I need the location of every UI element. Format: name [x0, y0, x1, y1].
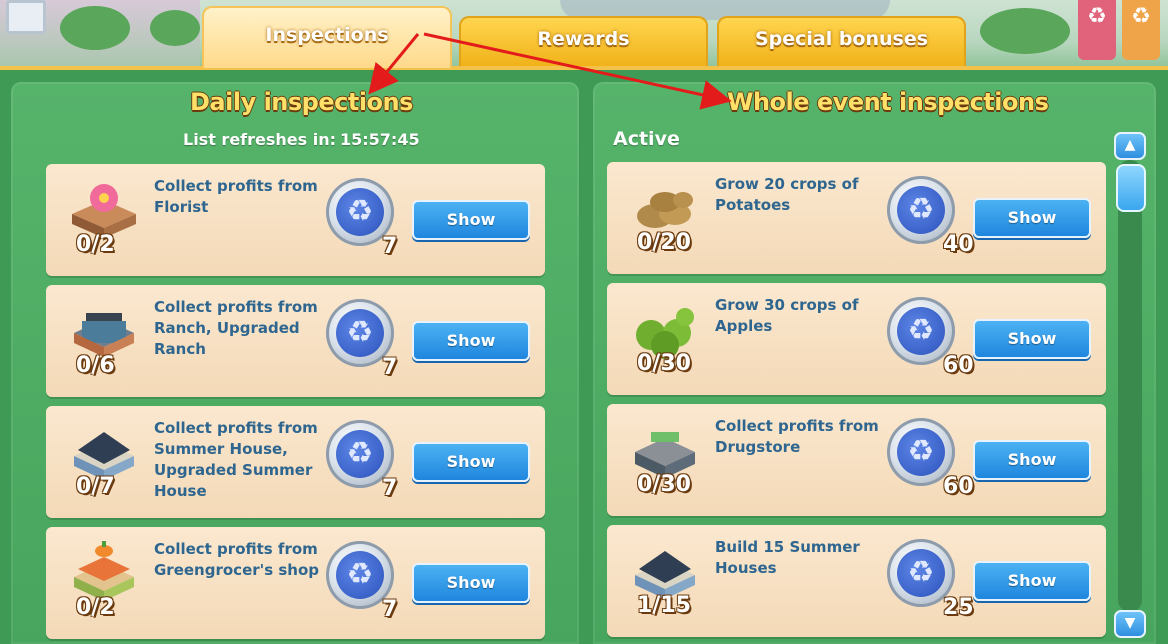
task-reward: 7 — [382, 355, 398, 380]
show-button[interactable]: Show — [412, 321, 530, 361]
task-description: Collect profits from Greengrocer's shop — [154, 540, 320, 579]
tab-rewards[interactable]: Rewards — [459, 16, 708, 66]
drugstore-building-icon — [635, 432, 695, 478]
summer-house-icon — [635, 551, 695, 599]
task-progress: 1/15 — [637, 593, 691, 618]
bush-decoration — [150, 10, 200, 46]
ranch-building-icon — [74, 313, 134, 357]
task-description: Build 15 Summer Houses — [715, 538, 860, 577]
task-reward: 25 — [943, 595, 974, 620]
task-progress: 0/2 — [76, 232, 115, 257]
daily-task-card: 0/2 Collect profits from Greengrocer's s… — [46, 527, 545, 639]
florist-building-icon — [72, 184, 136, 238]
task-reward: 60 — [943, 474, 974, 499]
task-reward: 7 — [382, 234, 398, 259]
active-section-label: Active — [613, 128, 680, 150]
tab-inspections[interactable]: Inspections — [202, 6, 452, 68]
show-button[interactable]: Show — [412, 200, 530, 240]
apples-icon — [636, 308, 694, 359]
scroll-up-button[interactable]: ▲ — [1114, 132, 1146, 160]
task-reward: 7 — [382, 476, 398, 501]
task-progress: 0/20 — [637, 230, 691, 255]
summer-house-icon — [74, 432, 134, 480]
task-progress: 0/6 — [76, 353, 115, 378]
task-progress: 0/30 — [637, 472, 691, 497]
bush-decoration — [60, 6, 130, 50]
show-button[interactable]: Show — [412, 442, 530, 482]
task-description: Grow 20 crops of Potatoes — [715, 175, 859, 214]
event-task-card: 0/30 Collect profits from Drugstore ♻ 60… — [607, 404, 1106, 516]
recycle-flag-icon: ♻ — [1078, 0, 1116, 60]
show-button[interactable]: Show — [412, 563, 530, 603]
event-task-card: 0/20 Grow 20 crops of Potatoes ♻ 40 Show — [607, 162, 1106, 274]
chevron-up-icon: ▲ — [1124, 137, 1136, 153]
show-button[interactable]: Show — [973, 319, 1091, 359]
daily-task-card: 0/7 Collect profits from Summer House, U… — [46, 406, 545, 518]
event-inspections-title: Whole event inspections — [727, 88, 1049, 116]
event-task-card: 1/15 Build 15 Summer Houses ♻ 25 Show — [607, 525, 1106, 637]
show-button[interactable]: Show — [973, 198, 1091, 238]
refresh-timer: List refreshes in: 15:57:45 — [179, 130, 420, 149]
potatoes-icon — [637, 192, 693, 228]
task-reward: 60 — [943, 353, 974, 378]
task-progress: 0/2 — [76, 595, 115, 620]
task-description: Collect profits from Drugstore — [715, 417, 879, 456]
daily-inspections-title: Daily inspections — [190, 88, 413, 116]
task-progress: 0/30 — [637, 351, 691, 376]
chevron-down-icon: ▼ — [1124, 615, 1136, 631]
daily-task-card: 0/6 Collect profits from Ranch, Upgraded… — [46, 285, 545, 397]
task-progress: 0/7 — [76, 474, 115, 499]
daily-task-card: 0/2 Collect profits from Florist ♻ 7 Sho… — [46, 164, 545, 276]
refresh-time: 15:57:45 — [340, 130, 420, 149]
task-description: Collect profits from Ranch, Upgraded Ran… — [154, 298, 318, 358]
show-button[interactable]: Show — [973, 440, 1091, 480]
greengrocer-shop-icon — [74, 541, 134, 601]
tab-special-bonuses[interactable]: Special bonuses — [717, 16, 966, 66]
sign-decoration — [6, 0, 46, 34]
task-description: Grow 30 crops of Apples — [715, 296, 859, 335]
recycle-flag-icon: ♻ — [1122, 0, 1160, 60]
task-reward: 7 — [382, 597, 398, 622]
scroll-down-button[interactable]: ▼ — [1114, 610, 1146, 638]
refresh-label: List refreshes in: — [183, 130, 336, 149]
show-button[interactable]: Show — [973, 561, 1091, 601]
task-reward: 40 — [943, 232, 974, 257]
scrollbar-thumb[interactable] — [1116, 164, 1146, 212]
bush-decoration — [980, 8, 1070, 54]
scrollbar-track[interactable] — [1118, 160, 1142, 612]
event-task-card: 0/30 Grow 30 crops of Apples ♻ 60 Show — [607, 283, 1106, 395]
task-description: Collect profits from Florist — [154, 177, 318, 216]
task-description: Collect profits from Summer House, Upgra… — [154, 419, 318, 500]
